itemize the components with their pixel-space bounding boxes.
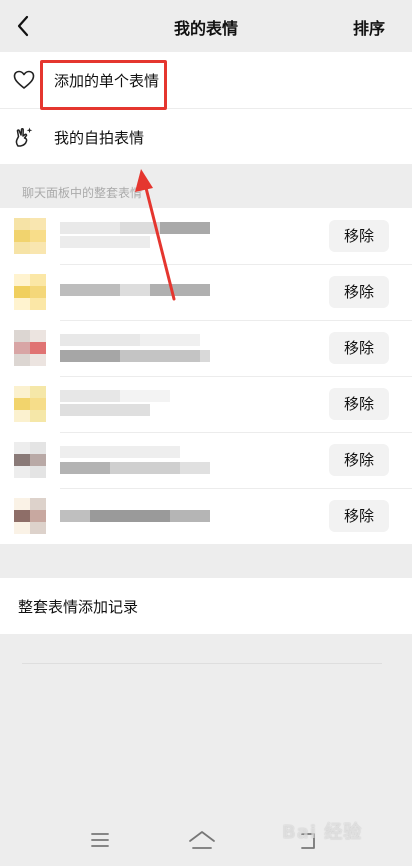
- blurred-set-name: [60, 334, 210, 364]
- blurred-set-name: [60, 278, 210, 308]
- sticker-set-row[interactable]: 移除: [0, 488, 412, 544]
- sticker-set-row[interactable]: 移除: [0, 320, 412, 376]
- remove-button[interactable]: 移除: [329, 388, 389, 420]
- sticker-set-row[interactable]: 移除: [0, 208, 412, 264]
- sticker-set-thumbnail: [14, 498, 46, 534]
- blurred-set-name: [60, 502, 210, 532]
- remove-button[interactable]: 移除: [329, 276, 389, 308]
- sticker-set-thumbnail: [14, 274, 46, 310]
- sticker-set-thumbnail: [14, 330, 46, 366]
- sticker-set-thumbnail: [14, 442, 46, 478]
- sticker-set-row[interactable]: 移除: [0, 432, 412, 488]
- heart-outline-icon: [13, 70, 35, 89]
- remove-button[interactable]: 移除: [329, 220, 389, 252]
- selfie-hand-sparkle-icon: [15, 127, 33, 147]
- home-icon[interactable]: [184, 822, 220, 858]
- blurred-set-name: [60, 222, 210, 252]
- section-caption: 聊天面板中的整套表情: [22, 186, 143, 200]
- top-bar: 我的表情 排序: [0, 0, 412, 52]
- blurred-set-name: [60, 390, 210, 420]
- sort-button[interactable]: 排序: [353, 15, 385, 39]
- watermark-text: Bai 经验: [282, 822, 363, 843]
- add-history-label: 整套表情添加记录: [18, 598, 139, 616]
- selfie-stickers-label: 我的自拍表情: [54, 129, 145, 147]
- add-history-row[interactable]: 整套表情添加记录: [0, 578, 412, 634]
- highlight-box: [40, 60, 167, 110]
- sticker-set-thumbnail: [14, 218, 46, 254]
- sticker-set-list: 移除 移除 移除 移除 移除 移除: [0, 208, 412, 544]
- remove-button[interactable]: 移除: [329, 444, 389, 476]
- remove-button[interactable]: 移除: [329, 332, 389, 364]
- sticker-set-thumbnail: [14, 386, 46, 422]
- menu-icon[interactable]: [82, 822, 118, 858]
- remove-button[interactable]: 移除: [329, 500, 389, 532]
- blurred-set-name: [60, 446, 210, 476]
- page-title: 我的表情: [173, 19, 238, 38]
- divider: [22, 663, 382, 664]
- sticker-set-row[interactable]: 移除: [0, 376, 412, 432]
- sticker-set-row[interactable]: 移除: [0, 264, 412, 320]
- selfie-stickers-row[interactable]: 我的自拍表情: [0, 108, 412, 164]
